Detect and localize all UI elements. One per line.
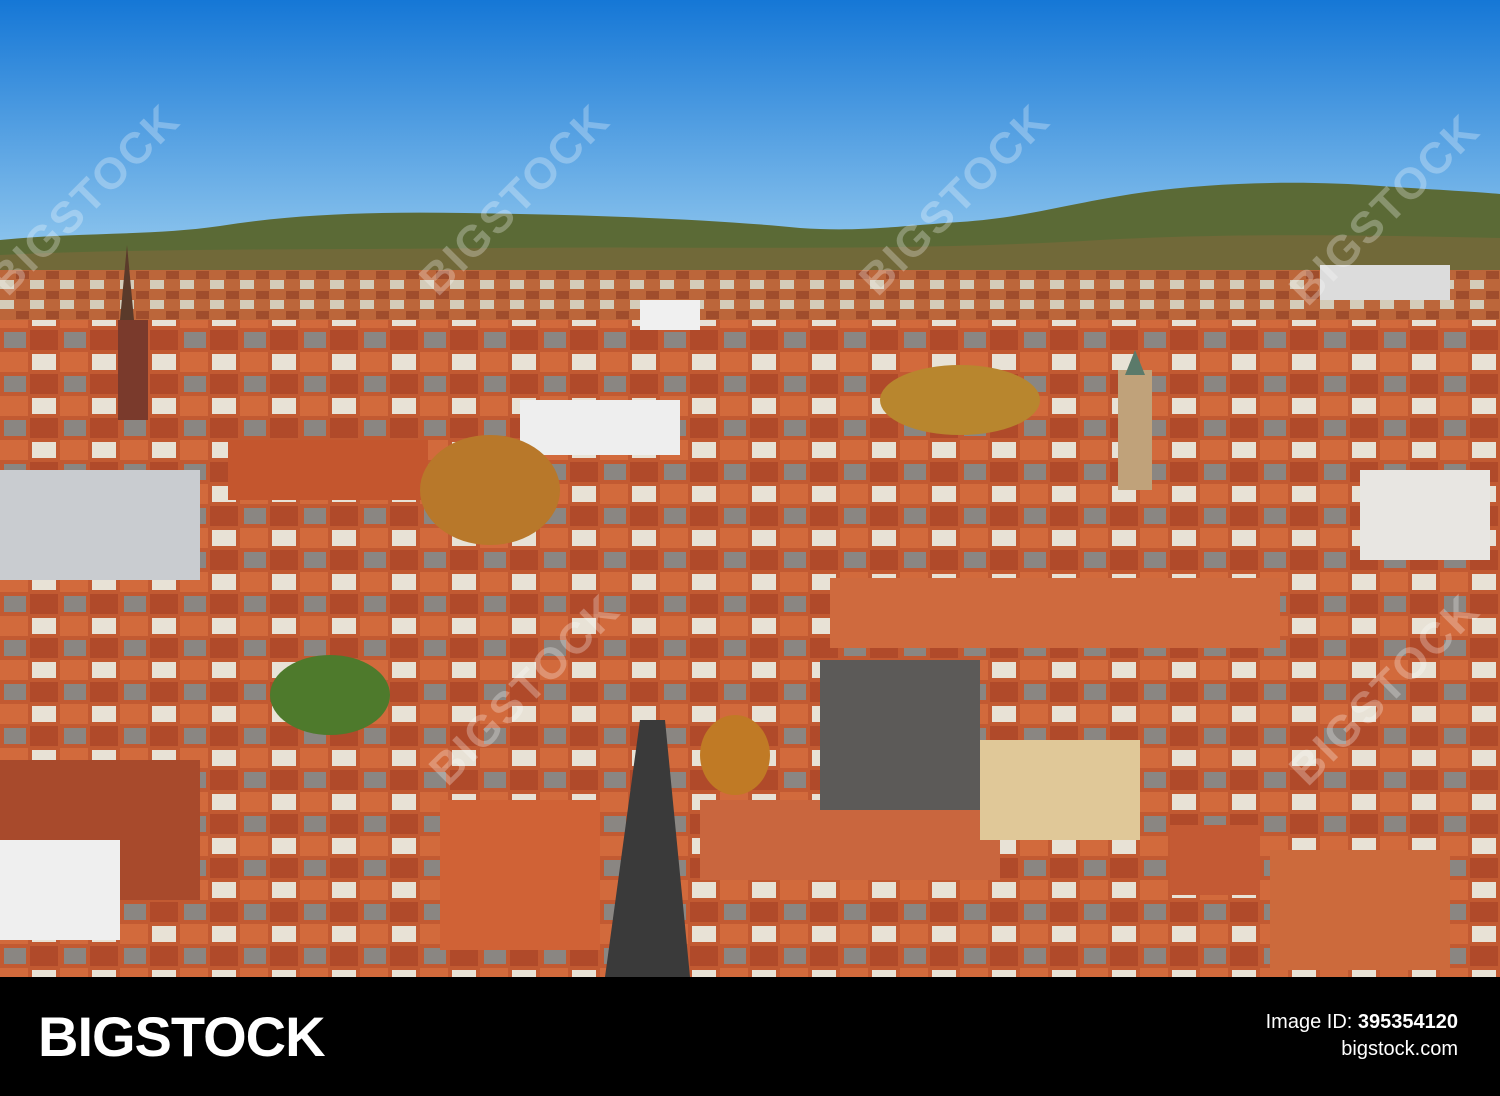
image-id-value: 395354120 — [1357, 1011, 1458, 1033]
image-meta: Image ID: 395354120 bigstock.com — [1266, 1009, 1458, 1063]
green-tree — [270, 655, 390, 735]
autumn-tree — [700, 715, 770, 795]
long-roof-building — [830, 578, 1280, 648]
red-roof-building — [228, 440, 428, 500]
city-scene — [0, 0, 1500, 977]
image-id-label: Image ID: — [1265, 1011, 1353, 1033]
white-building — [1360, 470, 1490, 560]
church-tower — [1118, 370, 1152, 490]
autumn-tree — [420, 435, 560, 545]
brand-logo: BIGSTOCK — [38, 1005, 326, 1068]
stock-footer-bar: BIGSTOCK Image ID: 395354120 bigstock.co… — [0, 977, 1500, 1096]
site-url: bigstock.com — [1341, 1038, 1458, 1060]
aerial-city-photo: BIGSTOCK BIGSTOCK BIGSTOCK BIGSTOCK BIGS… — [0, 0, 1500, 977]
autumn-tree — [880, 365, 1040, 435]
modern-office-building — [0, 470, 200, 580]
